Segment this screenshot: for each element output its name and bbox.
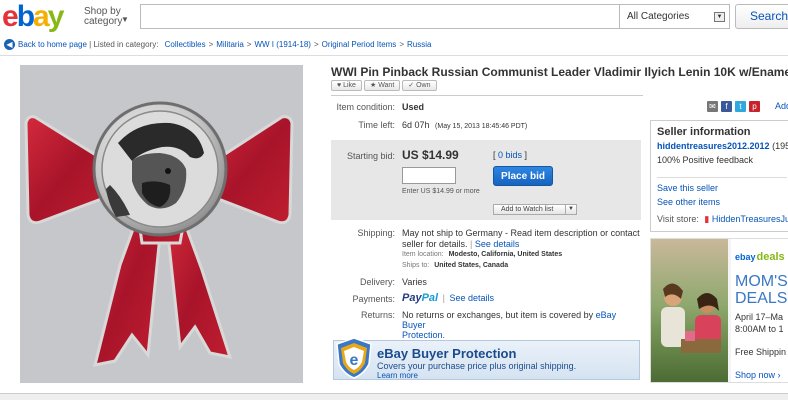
footer-strip	[0, 393, 788, 400]
seller-score: (195	[772, 141, 788, 151]
heart-icon: ♥	[337, 82, 342, 89]
shipping-see-details-link[interactable]: See details	[475, 239, 520, 249]
breadcrumb: ◀ Back to home page | Listed in category:…	[4, 38, 431, 52]
share-icons: ✉ f t p	[707, 101, 760, 112]
add-to-watch-list-button[interactable]: Add to Watch list ▼	[493, 204, 577, 215]
starting-bid-value: US $14.99	[402, 148, 459, 162]
shipping-value: May not ship to Germany - Read item desc…	[402, 228, 640, 249]
search-button[interactable]: Search	[735, 4, 788, 29]
back-to-home-link[interactable]: Back to home page	[18, 40, 87, 49]
buyer-protection-title: eBay Buyer Protection	[377, 346, 517, 361]
listed-in-label: Listed in category:	[93, 40, 159, 49]
ad-text: ebaydeals MOM'S DEALS April 17–Ma 8:00AM…	[731, 239, 788, 382]
chevron-down-icon[interactable]: ▼	[121, 15, 129, 24]
shield-icon: e	[336, 337, 372, 379]
seller-info-title: Seller information	[657, 126, 751, 138]
ad-free-shipping: Free Shippin	[735, 347, 787, 357]
category-label: category	[84, 16, 123, 27]
back-arrow-icon[interactable]: ◀	[4, 39, 15, 51]
store-link[interactable]: HiddenTreasuresJu	[712, 214, 788, 224]
mothers-day-ad[interactable]: ebaydeals MOM'S DEALS April 17–Ma 8:00AM…	[650, 238, 788, 383]
store-icon: ▮	[704, 214, 710, 224]
delivery-value: Varies	[402, 277, 427, 287]
item-title: WWI Pin Pinback Russian Communist Leader…	[331, 65, 788, 79]
item-location: Item location: Modesto, California, Unit…	[402, 251, 563, 258]
delivery-label: Delivery:	[359, 277, 395, 287]
divider	[0, 55, 788, 56]
item-image[interactable]	[20, 65, 303, 383]
divider	[331, 95, 643, 96]
ebay-logo[interactable]: ebay	[2, 2, 64, 32]
bid-amount-input[interactable]	[402, 167, 456, 184]
breadcrumb-item-original-period[interactable]: Original Period Items	[322, 40, 397, 49]
save-seller-link[interactable]: Save this seller	[657, 183, 718, 193]
bids-link[interactable]: 0 bids	[498, 150, 522, 160]
learn-more-link[interactable]: Learn more	[377, 371, 418, 380]
ad-headline: MOM'S DEALS	[735, 273, 788, 307]
pinterest-icon[interactable]: p	[749, 101, 760, 112]
ad-shop-now-link[interactable]: Shop now ›	[735, 370, 781, 380]
lenin-pin-image	[24, 101, 294, 367]
twitter-icon[interactable]: t	[735, 101, 746, 112]
buyer-protection-link-2[interactable]: Protection.	[402, 330, 445, 340]
payments-value: PayPal | See details	[402, 292, 494, 304]
star-icon: ★	[369, 82, 377, 89]
bid-hint: Enter US $14.99 or more	[402, 188, 480, 195]
breadcrumb-item-russia[interactable]: Russia	[407, 40, 431, 49]
check-icon: ✓	[408, 82, 415, 89]
seller-name-row: hiddentreasures2012.2012 (195	[657, 141, 788, 151]
shipping-label: Shipping:	[357, 228, 395, 238]
ad-photo	[651, 239, 728, 382]
place-bid-button[interactable]: Place bid	[493, 166, 553, 186]
time-left-label: Time left:	[358, 120, 395, 130]
facebook-icon[interactable]: f	[721, 101, 732, 112]
end-date: (May 15, 2013 18:45:46 PDT)	[435, 123, 528, 130]
visit-store-row: Visit store: ▮ HiddenTreasuresJu	[657, 214, 788, 225]
own-button[interactable]: ✓ Own	[402, 80, 437, 91]
ships-to: Ships to: United States, Canada	[402, 262, 509, 269]
header: ebay Shop by category ▼ All Categories ▼…	[0, 0, 788, 36]
ad-dates: April 17–Ma 8:00AM to 1	[735, 312, 784, 334]
condition-label: Item condition:	[336, 102, 395, 112]
like-button[interactable]: ♥ Like	[331, 80, 362, 91]
buyer-protection-banner[interactable]: e eBay Buyer Protection Covers your purc…	[333, 337, 640, 380]
category-select-value: All Categories	[627, 11, 690, 22]
bid-count: [ 0 bids ]	[493, 150, 528, 160]
divider	[657, 177, 787, 178]
social-buttons: ♥ Like ★ Want ✓ Own	[331, 80, 437, 91]
payments-see-details-link[interactable]: See details	[449, 293, 494, 303]
breadcrumb-item-ww1[interactable]: WW I (1914-18)	[254, 40, 310, 49]
seller-feedback: 100% Positive feedback	[657, 155, 754, 165]
other-items-link[interactable]: See other items	[657, 197, 720, 207]
add-to-collection-link[interactable]: Add	[775, 101, 788, 111]
svg-text:e: e	[350, 352, 359, 369]
chevron-down-icon: ▼	[714, 12, 725, 22]
search-input[interactable]	[140, 4, 620, 29]
condition-value: Used	[402, 102, 425, 112]
buyer-protection-subtitle: Covers your purchase price plus original…	[377, 361, 577, 371]
chevron-down-icon[interactable]: ▼	[565, 205, 576, 214]
returns-label: Returns:	[360, 310, 395, 320]
starting-bid-label: Starting bid:	[346, 151, 395, 161]
ebay-item-page: ebay Shop by category ▼ All Categories ▼…	[0, 0, 788, 400]
returns-value: No returns or exchanges, but item is cov…	[402, 310, 617, 340]
paypal-logo: PayPal	[402, 292, 439, 304]
time-left-value: 6d 07h (May 15, 2013 18:45:46 PDT)	[402, 120, 528, 130]
ebay-deals-logo: ebaydeals	[735, 251, 785, 263]
category-select[interactable]: All Categories ▼	[620, 4, 730, 29]
breadcrumb-item-militaria[interactable]: Militaria	[216, 40, 244, 49]
want-button[interactable]: ★ Want	[363, 80, 401, 91]
email-icon[interactable]: ✉	[707, 101, 718, 112]
shop-by-category-button[interactable]: Shop by category	[84, 7, 122, 27]
breadcrumb-item-collectibles[interactable]: Collectibles	[165, 40, 206, 49]
payments-label: Payments:	[352, 294, 395, 304]
seller-name-link[interactable]: hiddentreasures2012.2012	[657, 141, 770, 151]
